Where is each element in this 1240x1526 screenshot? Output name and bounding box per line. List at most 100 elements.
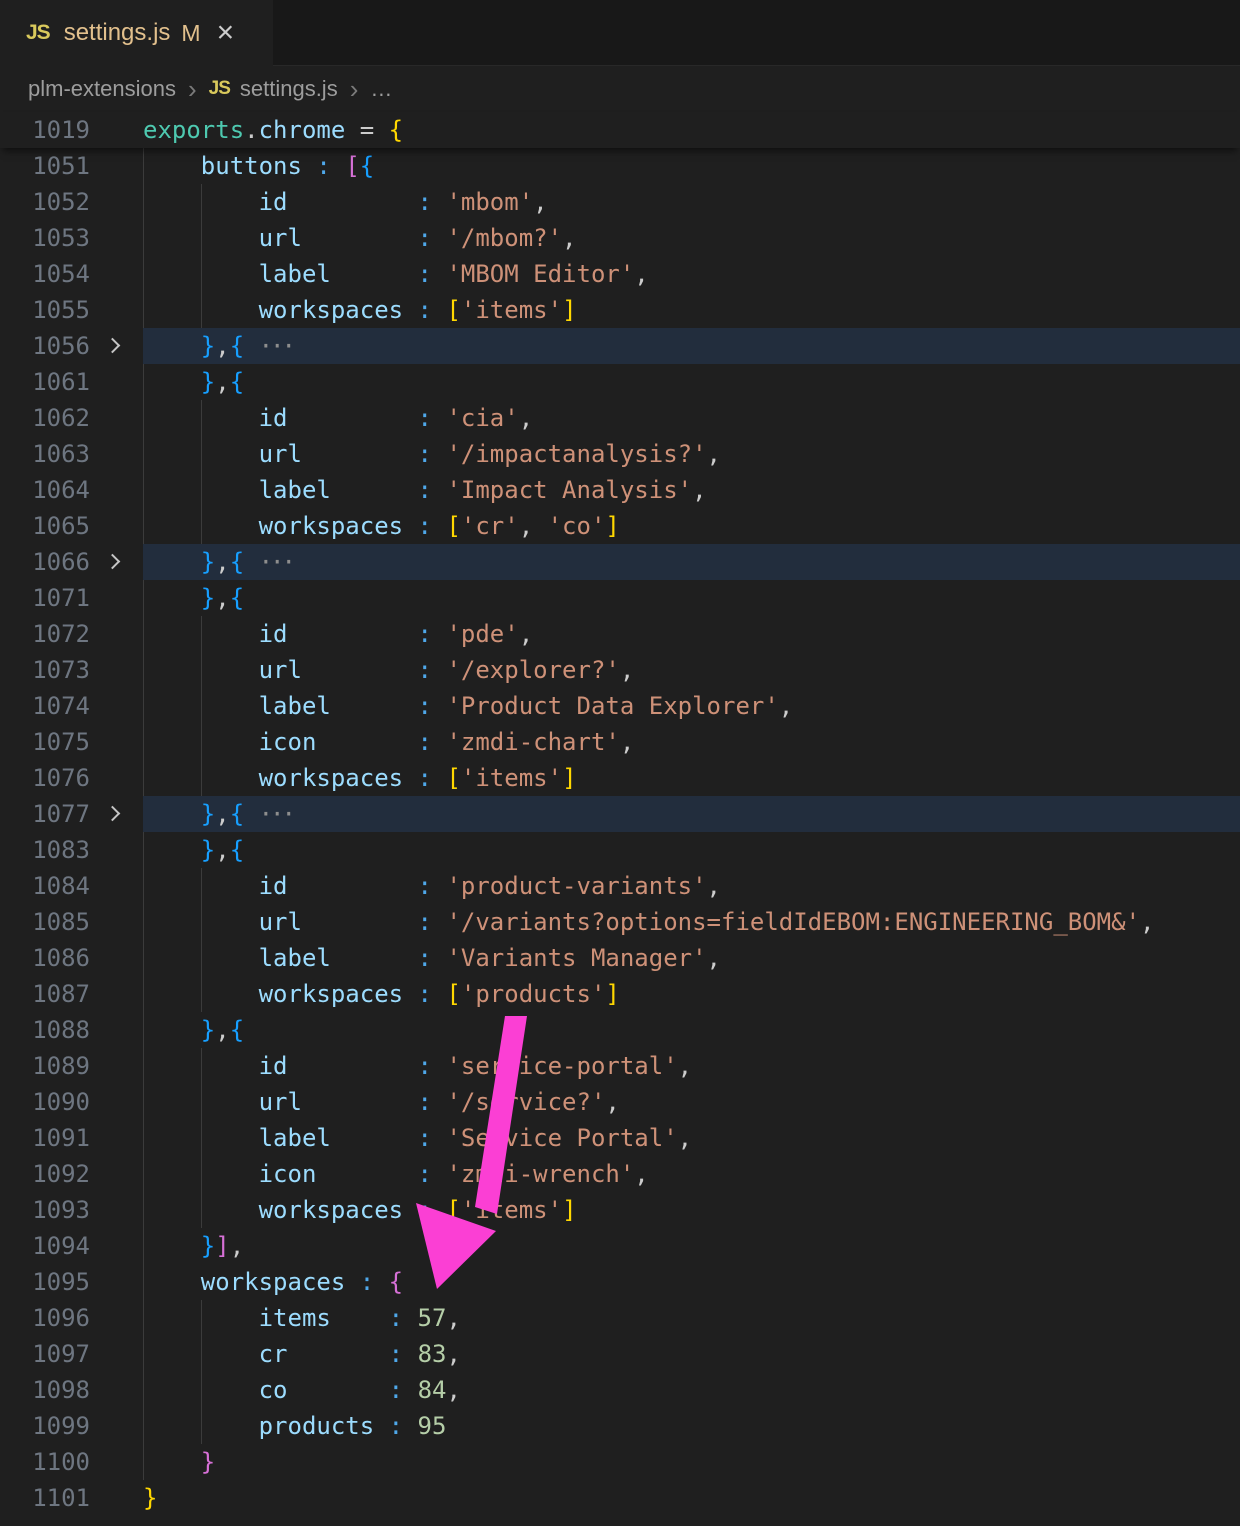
code-line-content[interactable]: }], [143, 1228, 1240, 1264]
line-number[interactable]: 1098 [0, 1372, 90, 1408]
code-line-content[interactable]: buttons : [{ [143, 148, 1240, 184]
indent-guide [143, 1084, 144, 1120]
code-line-content[interactable]: workspaces : ['items'] [143, 292, 1240, 328]
code-line-content[interactable]: },{ [143, 580, 1240, 616]
line-number[interactable]: 1053 [0, 220, 90, 256]
line-number[interactable]: 1051 [0, 148, 90, 184]
editor-gutter: 1094 [0, 1228, 143, 1264]
line-number[interactable]: 1083 [0, 832, 90, 868]
code-line-content[interactable]: },{ [143, 364, 1240, 400]
code-line: 1092 icon : 'zmdi-wrench', [0, 1156, 1240, 1192]
code-line-content[interactable]: id : 'product-variants', [143, 868, 1240, 904]
line-number[interactable]: 1088 [0, 1012, 90, 1048]
code-line-content[interactable]: id : 'cia', [143, 400, 1240, 436]
sticky-scroll-line[interactable]: 1019 exports.chrome = { [0, 112, 1240, 148]
code-line: 1098 co : 84, [0, 1372, 1240, 1408]
line-number[interactable]: 1064 [0, 472, 90, 508]
code-line-content[interactable]: },{ ··· [143, 328, 1240, 364]
code-line-content[interactable]: exports.chrome = { [143, 112, 1240, 148]
code-line-content[interactable]: id : 'mbom', [143, 184, 1240, 220]
code-line-content[interactable]: workspaces : { [143, 1264, 1240, 1300]
code-line-content[interactable]: label : 'MBOM Editor', [143, 256, 1240, 292]
indent-guide [201, 868, 202, 904]
code-line-content[interactable]: },{ [143, 832, 1240, 868]
code-line: 1072 id : 'pde', [0, 616, 1240, 652]
line-number[interactable]: 1072 [0, 616, 90, 652]
breadcrumb-file[interactable]: settings.js [240, 76, 338, 102]
line-number[interactable]: 1096 [0, 1300, 90, 1336]
line-number[interactable]: 1071 [0, 580, 90, 616]
code-line-content[interactable]: icon : 'zmdi-wrench', [143, 1156, 1240, 1192]
line-number[interactable]: 1092 [0, 1156, 90, 1192]
breadcrumb-symbol-ellipsis[interactable]: … [370, 76, 392, 102]
code-line-content[interactable]: icon : 'zmdi-chart', [143, 724, 1240, 760]
line-number[interactable]: 1093 [0, 1192, 90, 1228]
line-number[interactable]: 1086 [0, 940, 90, 976]
breadcrumb-folder[interactable]: plm-extensions [28, 76, 176, 102]
code-line-content[interactable]: url : '/variants?options=fieldIdEBOM:ENG… [143, 904, 1240, 940]
code-rows: 1051 buttons : [{ 1052 id : 'mbom', 1053 u… [0, 148, 1240, 1516]
line-number[interactable]: 1066 [0, 544, 90, 580]
code-line-content[interactable]: label : 'Product Data Explorer', [143, 688, 1240, 724]
code-line-content[interactable]: cr : 83, [143, 1336, 1240, 1372]
fold-chevron-icon[interactable] [105, 338, 121, 354]
line-number[interactable]: 1062 [0, 400, 90, 436]
code-line-content[interactable]: url : '/service?', [143, 1084, 1240, 1120]
line-number[interactable]: 1052 [0, 184, 90, 220]
code-line-content[interactable]: co : 84, [143, 1372, 1240, 1408]
indent-guide [201, 400, 202, 436]
line-number[interactable]: 1089 [0, 1048, 90, 1084]
line-number[interactable]: 1074 [0, 688, 90, 724]
code-line-content[interactable]: id : 'service-portal', [143, 1048, 1240, 1084]
line-number[interactable]: 1087 [0, 976, 90, 1012]
line-number[interactable]: 1076 [0, 760, 90, 796]
line-number[interactable]: 1085 [0, 904, 90, 940]
tab-settings-js[interactable]: JS settings.js M × [0, 0, 273, 66]
line-number[interactable]: 1100 [0, 1444, 90, 1480]
code-line-content[interactable]: url : '/explorer?', [143, 652, 1240, 688]
line-number[interactable]: 1094 [0, 1228, 90, 1264]
indent-guide [143, 760, 144, 796]
code-line-content[interactable]: },{ ··· [143, 544, 1240, 580]
code-line-content[interactable]: workspaces : ['products'] [143, 976, 1240, 1012]
code-line-content[interactable]: },{ ··· [143, 796, 1240, 832]
code-line: 1071 },{ [0, 580, 1240, 616]
code-line-content[interactable]: label : 'Variants Manager', [143, 940, 1240, 976]
line-number[interactable]: 1063 [0, 436, 90, 472]
code-line-content[interactable]: } [143, 1480, 1240, 1516]
line-number[interactable]: 1097 [0, 1336, 90, 1372]
line-number[interactable]: 1055 [0, 292, 90, 328]
code-line-content[interactable]: url : '/impactanalysis?', [143, 436, 1240, 472]
line-number[interactable]: 1054 [0, 256, 90, 292]
fold-chevron-icon[interactable] [105, 554, 121, 570]
line-number[interactable]: 1065 [0, 508, 90, 544]
line-number[interactable]: 1061 [0, 364, 90, 400]
line-number[interactable]: 1095 [0, 1264, 90, 1300]
code-line-content[interactable]: workspaces : ['cr', 'co'] [143, 508, 1240, 544]
code-line-content[interactable]: } [143, 1444, 1240, 1480]
fold-chevron-icon[interactable] [105, 806, 121, 822]
line-number[interactable]: 1099 [0, 1408, 90, 1444]
code-line-content[interactable]: },{ [143, 1012, 1240, 1048]
code-line-content[interactable]: label : 'Service Portal', [143, 1120, 1240, 1156]
tab-filename: settings.js [64, 19, 171, 47]
line-number[interactable]: 1075 [0, 724, 90, 760]
code-line-content[interactable]: items : 57, [143, 1300, 1240, 1336]
line-number[interactable]: 1090 [0, 1084, 90, 1120]
js-file-icon: JS [26, 21, 50, 45]
code-line-content[interactable]: label : 'Impact Analysis', [143, 472, 1240, 508]
line-number[interactable]: 1091 [0, 1120, 90, 1156]
code-line-content[interactable]: workspaces : ['items'] [143, 760, 1240, 796]
code-line-content[interactable]: workspaces : ['items'] [143, 1192, 1240, 1228]
line-number[interactable]: 1056 [0, 328, 90, 364]
code-line-content[interactable]: id : 'pde', [143, 616, 1240, 652]
line-number[interactable]: 1073 [0, 652, 90, 688]
line-number[interactable]: 1101 [0, 1480, 90, 1516]
code-line-content[interactable]: products : 95 [143, 1408, 1240, 1444]
close-icon[interactable]: × [217, 18, 235, 48]
code-line: 1065 workspaces : ['cr', 'co'] [0, 508, 1240, 544]
line-number[interactable]: 1084 [0, 868, 90, 904]
line-number[interactable]: 1077 [0, 796, 90, 832]
code-line-content[interactable]: url : '/mbom?', [143, 220, 1240, 256]
line-number[interactable]: 1019 [0, 112, 90, 148]
